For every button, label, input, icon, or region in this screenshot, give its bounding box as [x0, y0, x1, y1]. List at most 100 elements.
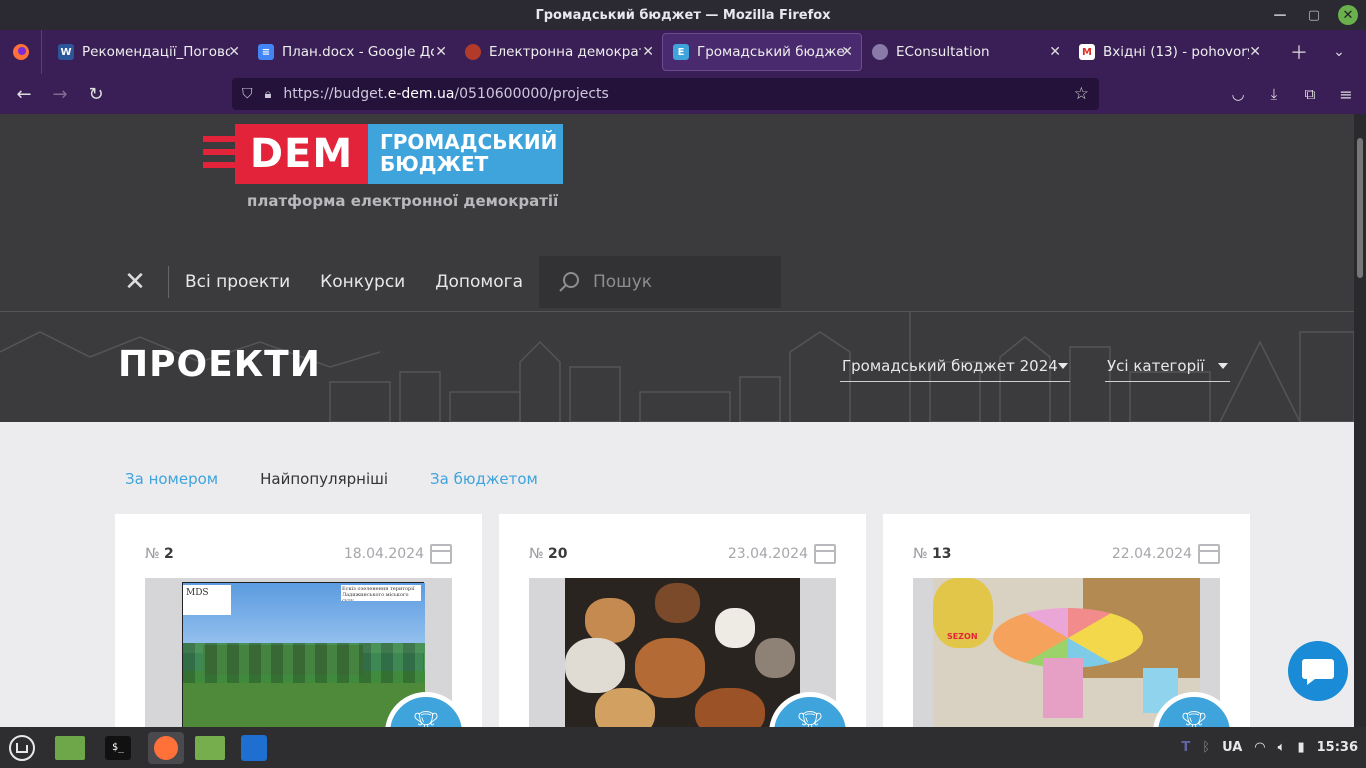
bookmark-star-icon[interactable]: ☆	[1074, 84, 1089, 104]
nav-help[interactable]: Допомога	[435, 272, 523, 292]
close-window-button[interactable]: ✕	[1338, 5, 1358, 25]
reload-button[interactable]: ↻	[78, 76, 114, 112]
gmail-icon: M	[1079, 44, 1095, 60]
writer-button[interactable]	[236, 732, 272, 764]
sort-by-number[interactable]: За номером	[125, 470, 218, 488]
tab-gmail[interactable]: M Вхідні (13) - pohovorymo ✕	[1069, 33, 1269, 71]
back-button[interactable]: ←	[6, 76, 42, 112]
clock[interactable]: 15:36	[1317, 740, 1358, 755]
trophy-icon: 🏆︎	[412, 711, 440, 727]
downloads-icon[interactable]: ⤓	[1256, 76, 1292, 112]
trophy-icon: 🏆︎	[796, 711, 824, 727]
trophy-icon: 🏆︎	[1180, 711, 1208, 727]
page-title: ПРОЕКТИ	[118, 344, 321, 385]
pocket-icon[interactable]: ◡	[1220, 76, 1256, 112]
menu-icon[interactable]: ≡	[1328, 76, 1364, 112]
project-date: 18.04.2024	[343, 546, 424, 562]
project-card[interactable]: № 20 23.04.2024 🏆︎	[499, 514, 866, 727]
project-date: 23.04.2024	[727, 546, 808, 562]
emblem-icon	[465, 44, 481, 60]
project-number: № 2	[145, 546, 174, 562]
list-tabs-button[interactable]: ⌄	[1321, 34, 1357, 70]
edem-icon: E	[673, 44, 689, 60]
close-tab-icon[interactable]: ✕	[841, 44, 853, 60]
os-taskbar: $_ T ᛒ UA ◠ 🔈︎ ▮ 15:36	[0, 727, 1366, 768]
close-menu-icon[interactable]: ✕	[120, 267, 150, 297]
sort-by-budget[interactable]: За бюджетом	[430, 470, 538, 488]
tab-econsultation[interactable]: EConsultation ✕	[862, 33, 1069, 71]
window-title: Громадський бюджет — Mozilla Firefox	[535, 7, 831, 23]
url-text: https://budget.e-dem.ua/0510600000/proje…	[283, 86, 609, 102]
logo-public-budget[interactable]: ГРОМАДСЬКИЙ БЮДЖЕТ	[368, 124, 563, 184]
lock-icon[interactable]: 🔒︎	[265, 87, 272, 102]
extensions-icon[interactable]: ⧉	[1292, 76, 1328, 112]
firefox-taskbar-button[interactable]	[148, 731, 184, 764]
chevron-down-icon	[1218, 363, 1228, 369]
category-select[interactable]: Усі категорії	[1105, 350, 1230, 382]
nav-contests[interactable]: Конкурси	[320, 272, 405, 292]
gdocs-icon: ≡	[258, 44, 274, 60]
window-titlebar: Громадський бюджет — Mozilla Firefox — ▢…	[0, 0, 1366, 30]
start-menu-button[interactable]	[4, 732, 40, 764]
close-tab-icon[interactable]: ✕	[228, 44, 240, 60]
main-nav: ✕ Всі проекти Конкурси Допомога	[120, 256, 553, 308]
keyboard-layout[interactable]: UA	[1222, 740, 1242, 755]
word-icon: W	[58, 44, 74, 60]
close-tab-icon[interactable]: ✕	[1049, 44, 1061, 60]
page-scrollbar[interactable]	[1354, 114, 1366, 727]
tab-e-democracy[interactable]: Електронна демократія ✕	[455, 33, 662, 71]
battery-icon[interactable]: ▮	[1297, 740, 1304, 755]
search-input[interactable]: Пошук	[539, 256, 781, 308]
close-tab-icon[interactable]: ✕	[1249, 44, 1261, 60]
mint-logo-icon	[9, 734, 35, 761]
sort-popular[interactable]: Найпопулярніші	[260, 470, 388, 488]
chat-icon	[1302, 659, 1334, 685]
web-page: DEM ГРОМАДСЬКИЙ БЮДЖЕТ платформа електро…	[0, 114, 1354, 727]
new-tab-button[interactable]: ＋	[1281, 34, 1317, 70]
firefox-view-button[interactable]	[0, 30, 42, 74]
close-tab-icon[interactable]: ✕	[435, 44, 447, 60]
chat-widget-button[interactable]	[1288, 641, 1348, 701]
teams-icon[interactable]: T	[1181, 740, 1190, 755]
maximize-button[interactable]: ▢	[1304, 5, 1324, 25]
budget-select[interactable]: Громадський бюджет 2024	[840, 350, 1070, 382]
text-editor-icon	[241, 734, 267, 761]
logo-subtitle: платформа електронної демократії	[247, 192, 559, 210]
url-bar[interactable]: ⛉ 🔒︎ https://budget.e-dem.ua/0510600000/…	[232, 78, 1099, 110]
project-card[interactable]: № 13 22.04.2024 SEZON 🏆︎	[883, 514, 1250, 727]
tab-plan-docx[interactable]: ≡ План.docx - Google Доку ✕	[248, 33, 455, 71]
bluetooth-icon[interactable]: ᛒ	[1202, 740, 1210, 755]
close-tab-icon[interactable]: ✕	[642, 44, 654, 60]
chevron-down-icon	[1058, 363, 1068, 369]
nav-divider	[168, 266, 169, 298]
calendar-icon	[1198, 544, 1220, 564]
project-card[interactable]: № 2 18.04.2024 MDS Ескіз озеленення тери…	[115, 514, 482, 727]
tab-public-budget[interactable]: E Громадський бюджет ✕	[662, 33, 862, 71]
tab-bar: W Рекомендації_Поговорі ✕ ≡ План.docx - …	[0, 30, 1366, 74]
project-date: 22.04.2024	[1111, 546, 1192, 562]
files-button[interactable]	[192, 732, 228, 764]
wifi-icon[interactable]: ◠	[1254, 740, 1265, 755]
shield-icon[interactable]: ⛉	[242, 86, 253, 102]
tab-recommendations[interactable]: W Рекомендації_Поговорі ✕	[48, 33, 248, 71]
projects-banner: ПРОЕКТИ Громадський бюджет 2024 Усі кате…	[0, 312, 1354, 422]
project-number: № 20	[529, 546, 568, 562]
calendar-icon	[814, 544, 836, 564]
minimize-button[interactable]: —	[1270, 5, 1290, 25]
firefox-icon	[154, 735, 178, 760]
project-number: № 13	[913, 546, 952, 562]
nav-all-projects[interactable]: Всі проекти	[185, 272, 290, 292]
volume-icon[interactable]: 🔈︎	[1278, 740, 1286, 755]
system-tray: T ᛒ UA ◠ 🔈︎ ▮ 15:36	[1181, 727, 1358, 768]
search-icon	[559, 272, 579, 292]
desktop-icon	[55, 735, 85, 760]
firefox-icon	[12, 44, 29, 60]
scrollbar-thumb[interactable]	[1357, 138, 1363, 278]
folder-icon	[195, 735, 225, 760]
terminal-icon: $_	[105, 735, 131, 760]
terminal-button[interactable]: $_	[100, 732, 136, 764]
forward-button[interactable]: →	[42, 76, 78, 112]
show-desktop-button[interactable]	[52, 732, 88, 764]
navigation-toolbar: ← → ↻ ⛉ 🔒︎ https://budget.e-dem.ua/05106…	[0, 74, 1366, 114]
logo-dem[interactable]: DEM	[235, 124, 368, 184]
